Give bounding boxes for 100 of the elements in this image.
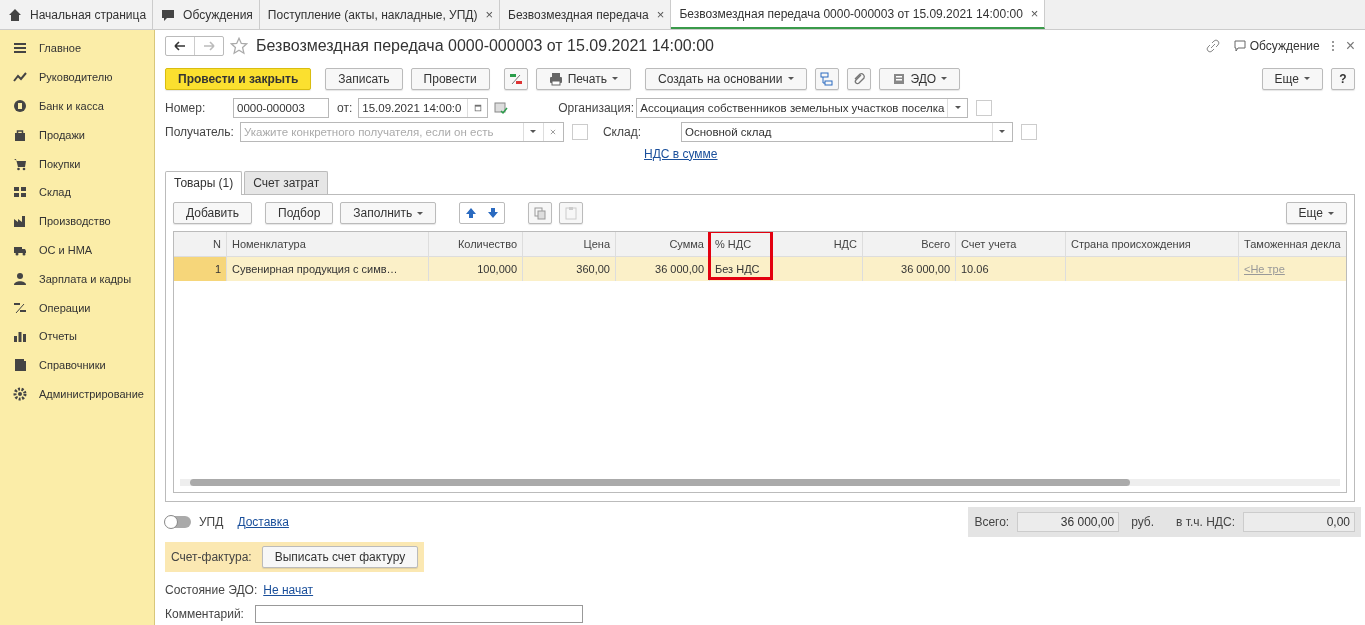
table-cell: 100,000 (477, 263, 517, 276)
chat-icon (161, 7, 176, 22)
clipboard-icon (564, 206, 579, 221)
icon-button[interactable] (503, 67, 528, 90)
calendar-icon (472, 102, 483, 113)
sidebar-item[interactable]: Склад (0, 178, 154, 207)
sidebar-item[interactable]: Производство (0, 206, 154, 236)
navigation-buttons[interactable] (165, 35, 224, 56)
help-button[interactable]: ? (1331, 67, 1355, 90)
column-header[interactable]: Цена (523, 232, 616, 257)
sidebar-item[interactable]: Зарплата и кадры (0, 264, 154, 294)
delivery-link[interactable]: Доставка (237, 515, 289, 530)
sidebar-item[interactable]: Банк и касса (0, 91, 154, 121)
field-label: Номер: (165, 100, 207, 115)
toolbar-button[interactable]: Провести и закрыть (165, 67, 312, 90)
column-header[interactable]: Всего (863, 232, 956, 257)
table-cell: Сувенирная продукция с симв… (232, 263, 398, 276)
close-icon[interactable]: × (485, 7, 494, 22)
paste-button[interactable] (559, 202, 584, 225)
column-header[interactable]: Счет учета (956, 232, 1066, 257)
toggle-label: УПД (199, 515, 224, 530)
vat-link[interactable]: НДС в сумме (644, 146, 718, 161)
invoice-label: Счет-фактура: (171, 550, 252, 565)
ledger-icon (508, 71, 523, 86)
star-icon (230, 36, 248, 55)
organization-field[interactable]: Ассоциация собственников земельных участков поселка (636, 97, 969, 118)
book-icon (13, 358, 27, 373)
icon-button[interactable] (846, 67, 871, 90)
sidebar-item[interactable]: Главное (0, 34, 154, 63)
fill-button[interactable]: Заполнить (340, 202, 437, 225)
edo-status-link[interactable]: Не начат (263, 583, 314, 598)
table-cell: 36 000,00 (655, 263, 704, 276)
field-label: Получатель: (165, 124, 234, 139)
column-header[interactable]: Сумма (616, 232, 710, 257)
caret-icon (787, 77, 794, 81)
more-icon[interactable] (1331, 40, 1334, 51)
window-title: Безвозмездная передача 0000-000003 от 15.09.2021 14:00:00 (256, 36, 714, 55)
column-header[interactable]: Страна происхождения (1066, 232, 1239, 257)
table-row[interactable]: 1 Сувенирная продукция с симв… 100,000 360,00 36 000,00 Без НДС 36 000,00 10.06 <Не тре (174, 257, 1346, 282)
pick-button[interactable]: Подбор (265, 202, 334, 225)
sidebar-item[interactable]: Руководителю (0, 62, 154, 92)
home-icon (8, 7, 22, 22)
tab[interactable]: Счет затрат (244, 171, 329, 195)
column-header[interactable]: % НДС (710, 232, 771, 257)
comment-field[interactable] (255, 605, 583, 624)
sidebar-item[interactable]: Операции (0, 293, 154, 322)
toolbar-button[interactable]: Записать (325, 67, 403, 90)
sidebar-item[interactable]: Справочники (0, 350, 154, 380)
tab[interactable]: Безвозмездная передача 0000-000003 от 15.09.2021 14:00:00 × (671, 0, 1046, 29)
sidebar-item[interactable]: Продажи (0, 120, 154, 150)
table-cell: 36 000,00 (901, 263, 950, 276)
open-icon[interactable] (1020, 123, 1037, 140)
close-icon[interactable]: × (1030, 6, 1039, 21)
sidebar-item[interactable]: Покупки (0, 149, 154, 178)
grid-icon (13, 185, 27, 200)
add-button[interactable]: Добавить (173, 202, 253, 225)
sidebar-item[interactable]: Отчеты (0, 321, 154, 351)
date-field[interactable]: 15.09.2021 14:00:0 (358, 97, 489, 118)
invoice-button[interactable]: Выписать счет фактуру (261, 546, 419, 569)
scrollbar[interactable] (180, 479, 1340, 487)
toolbar-button[interactable]: Создать на основании (645, 67, 807, 90)
table-cell: 10.06 (961, 263, 989, 276)
up-arrow-icon (464, 206, 479, 221)
toolbar-button[interactable]: Провести (410, 67, 490, 90)
chat-icon (1231, 38, 1246, 53)
column-header[interactable]: Таможенная декла (1239, 232, 1346, 257)
toolbar-button[interactable]: ЭДО (878, 67, 961, 90)
more-button[interactable]: Еще (1285, 202, 1347, 225)
ledger-icon (13, 300, 27, 315)
person-icon (13, 271, 27, 286)
number-field[interactable]: 0000-000003 (233, 97, 329, 118)
factory-icon (13, 214, 27, 229)
open-icon[interactable] (571, 123, 588, 140)
toggle-switch[interactable] (165, 516, 191, 529)
open-icon[interactable] (976, 99, 993, 116)
field-label: от: (337, 100, 353, 115)
total-field: 36 000,00 (1017, 512, 1120, 533)
discussion-link[interactable]: Обсуждение (1249, 38, 1320, 53)
caret-icon (1304, 77, 1310, 81)
warehouse-field[interactable]: Основной склад (680, 121, 1013, 142)
column-header[interactable]: Количество (429, 232, 523, 257)
forward-arrow-icon (202, 38, 216, 53)
column-header[interactable]: N (174, 232, 227, 257)
icon-button[interactable] (814, 67, 839, 90)
tab[interactable]: Товары (1) (165, 171, 243, 196)
field-label: Состояние ЭДО: (165, 583, 258, 598)
caret-icon (417, 212, 424, 215)
menu-icon (13, 41, 27, 56)
currency-label: руб. (1131, 515, 1155, 530)
bag-icon (13, 127, 27, 142)
more-button[interactable]: Еще (1261, 67, 1323, 90)
sidebar-item[interactable]: ОС и НМА (0, 235, 154, 265)
column-header[interactable]: НДС (771, 232, 863, 257)
toolbar-button[interactable]: Печать (535, 67, 631, 90)
printer-icon (548, 71, 563, 86)
column-header[interactable]: Номенклатура (227, 232, 429, 257)
close-button[interactable]: × (1345, 36, 1355, 55)
sidebar-item[interactable]: Администрирование (0, 379, 154, 409)
copy-button[interactable] (528, 202, 553, 225)
close-icon[interactable]: × (656, 7, 665, 22)
